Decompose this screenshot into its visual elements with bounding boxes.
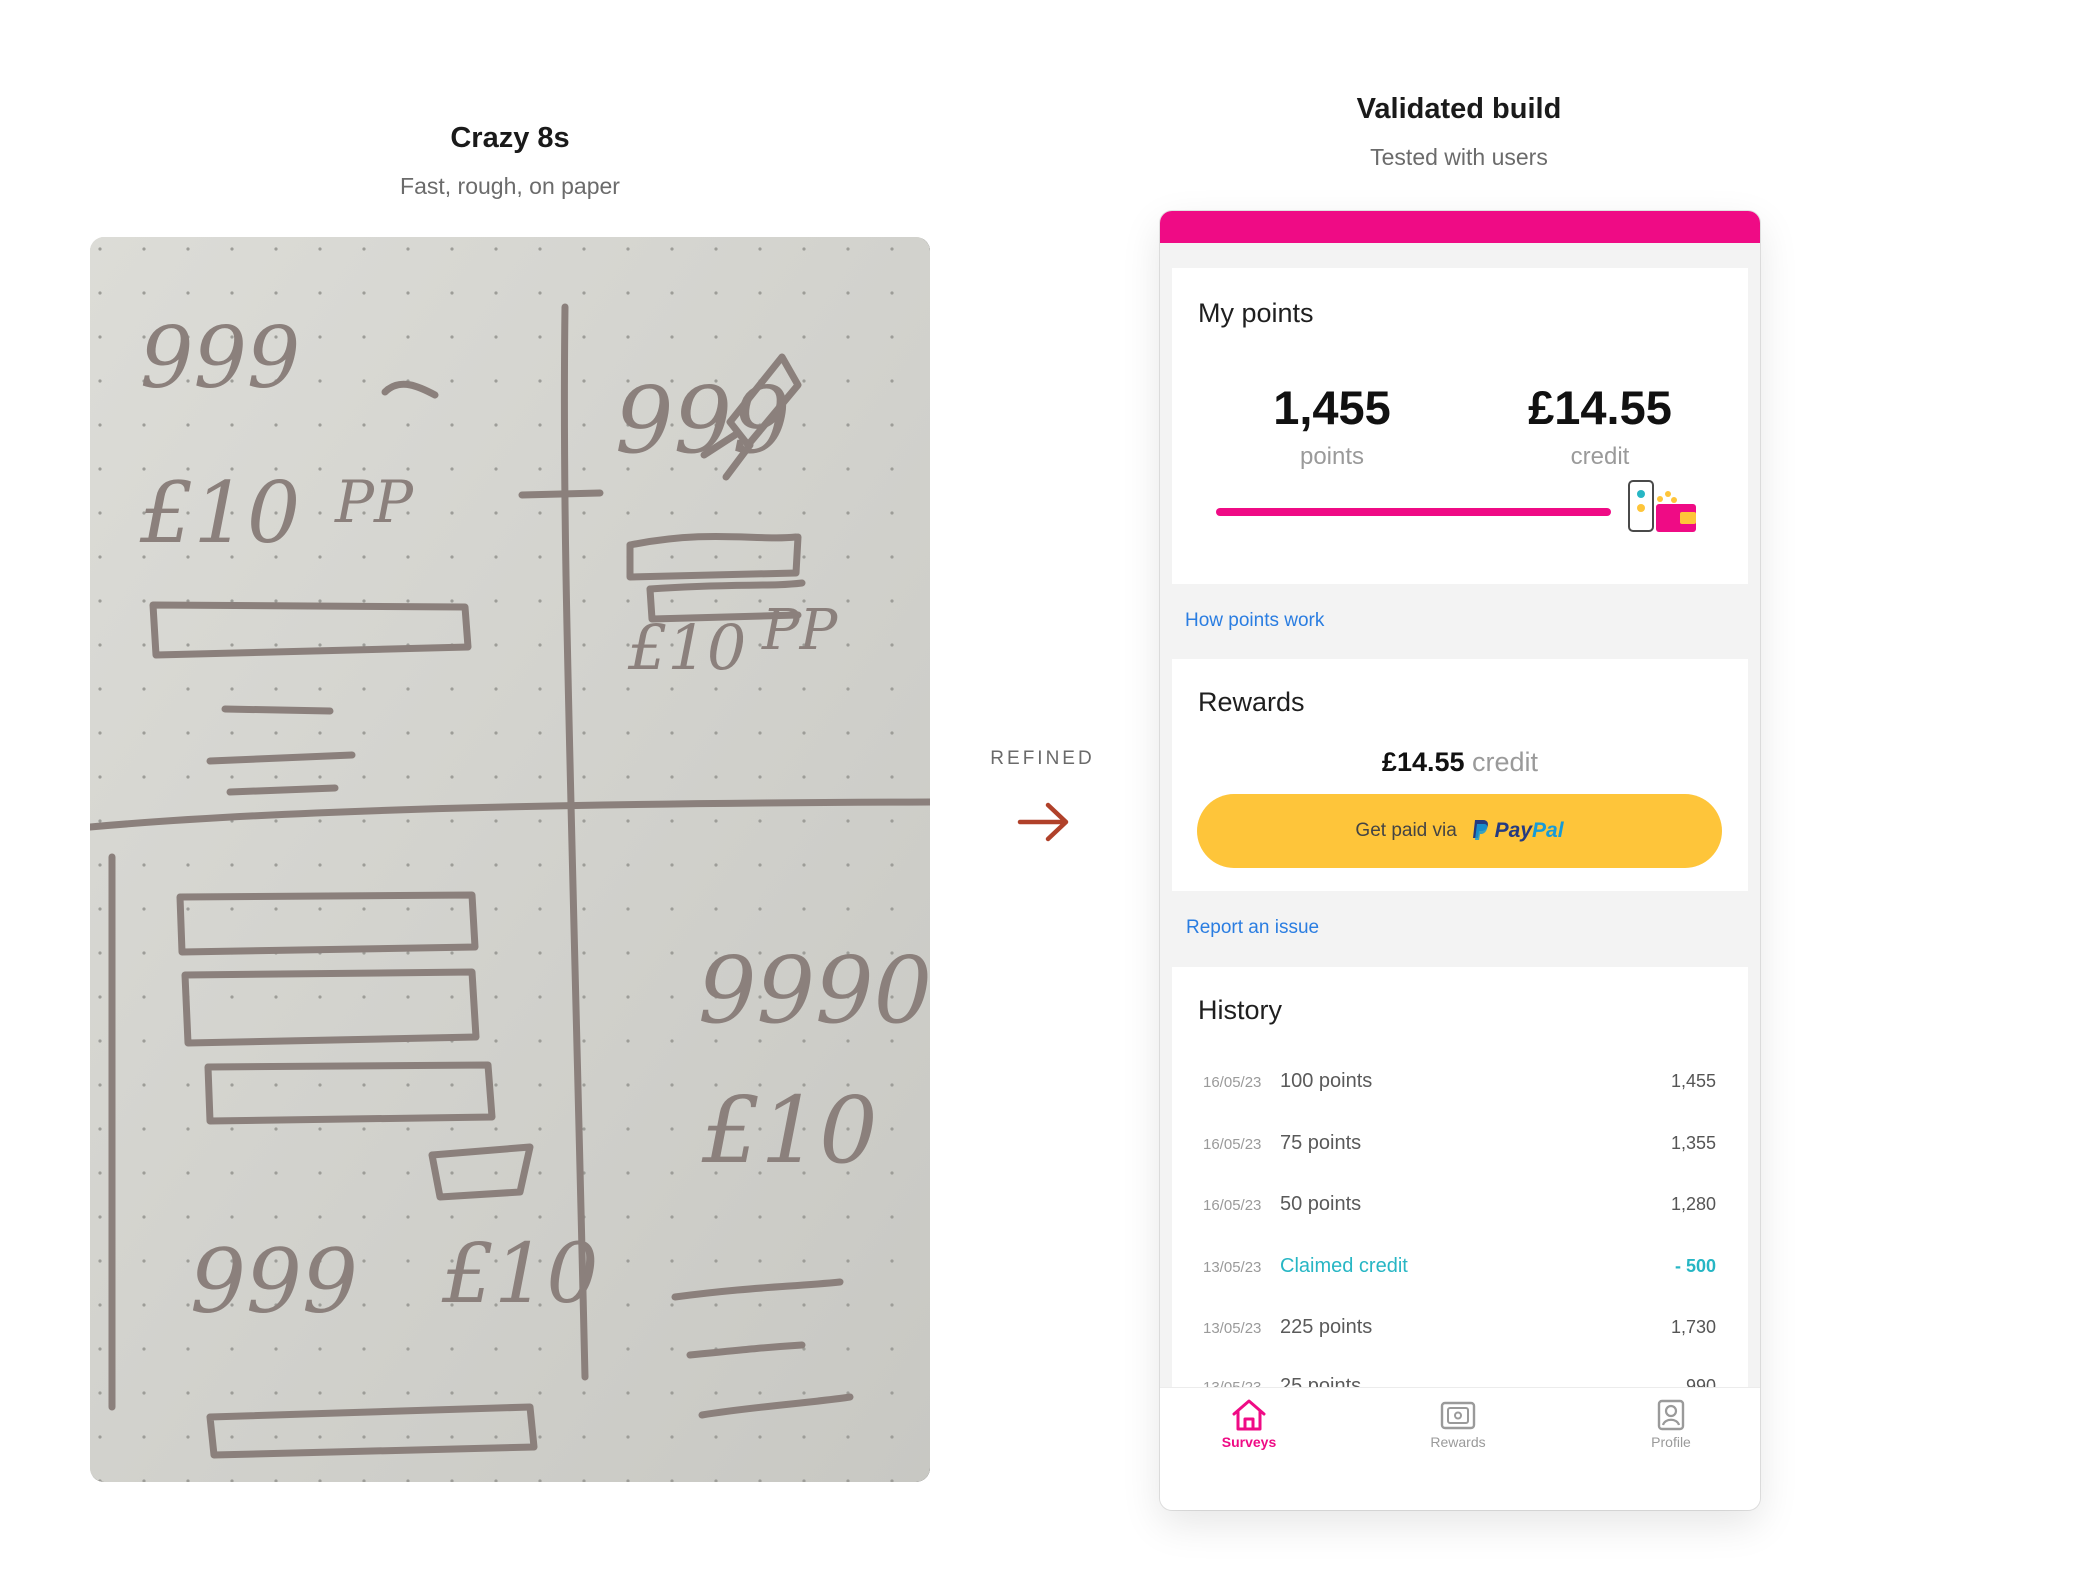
report-issue-link[interactable]: Report an issue	[1186, 917, 1319, 939]
history-amount: - 500	[1674, 1256, 1716, 1276]
phone-wallet-icon	[1628, 480, 1696, 532]
build-subtitle: Tested with users	[1370, 144, 1548, 170]
history-row[interactable]: 16/05/23 75 points 1,355	[1172, 1129, 1748, 1163]
my-points-card: My points 1,455 points £14.55 credit	[1172, 268, 1748, 584]
sketch-note-10-b: £10	[627, 611, 746, 684]
rewards-credit-unit: credit	[1472, 747, 1539, 777]
history-date: 16/05/23	[1203, 1197, 1262, 1214]
sketch-note-999-a: 999	[140, 309, 300, 407]
sketch-subtitle: Fast, rough, on paper	[400, 173, 620, 199]
user-icon	[1657, 1399, 1685, 1431]
refined-label: REFINED	[990, 748, 1095, 769]
build-title: Validated build	[1356, 93, 1562, 125]
history-description: 100 points	[1280, 1070, 1373, 1092]
nav-profile[interactable]: Profile	[1611, 1398, 1731, 1450]
bottom-nav: Surveys Rewards Profile	[1160, 1387, 1760, 1510]
history-description: 25 points	[1280, 1375, 1362, 1387]
points-stat: 1,455 points	[1232, 380, 1432, 471]
how-points-work-link[interactable]: How points work	[1185, 610, 1324, 632]
paypal-pay-text: Pay	[1494, 819, 1533, 842]
rewards-title: Rewards	[1198, 687, 1305, 717]
credit-unit: credit	[1570, 443, 1630, 470]
rewards-card: Rewards £14.55 credit Get paid via PayPa…	[1172, 659, 1748, 891]
history-date: 13/05/23	[1203, 1379, 1261, 1387]
history-row-claimed[interactable]: 13/05/23 Claimed credit - 500	[1172, 1252, 1748, 1286]
wallet-icon	[1440, 1401, 1476, 1430]
history-row[interactable]: 16/05/23 100 points 1,455	[1172, 1067, 1748, 1101]
history-row[interactable]: 16/05/23 50 points 1,280	[1172, 1190, 1748, 1224]
sketch-note-9990: 9990	[698, 937, 930, 1044]
sketch-note-10-d: £10	[441, 1227, 599, 1322]
sketch-note-10-a: £10	[139, 464, 300, 562]
paypal-pal-text: Pal	[1532, 819, 1564, 842]
history-description: 75 points	[1280, 1132, 1362, 1154]
paypal-p-icon	[1472, 820, 1488, 840]
history-amount: 1,280	[1670, 1194, 1716, 1214]
nav-surveys-label: Surveys	[1221, 1434, 1277, 1450]
history-date: 13/05/23	[1203, 1320, 1262, 1337]
history-row[interactable]: 13/05/23 25 points 990	[1172, 1372, 1748, 1387]
phone-screen: My points 1,455 points £14.55 credit How…	[1160, 211, 1760, 1510]
points-progress-bar	[1216, 508, 1611, 516]
history-amount: 1,355	[1670, 1133, 1716, 1153]
history-amount: 1,730	[1670, 1317, 1716, 1337]
history-date: 16/05/23	[1203, 1136, 1262, 1153]
history-title: History	[1198, 995, 1283, 1025]
sketch-note-pp-b: PP	[761, 598, 839, 663]
sketch-drawing: 999 £10 PP 999 £10 PP 9990 £10 999 £10	[90, 237, 930, 1482]
history-card: History 16/05/23 100 points 1,455 16/05/…	[1172, 967, 1748, 1387]
my-points-title: My points	[1198, 298, 1314, 328]
history-row[interactable]: 13/05/23 225 points 1,730	[1172, 1313, 1748, 1347]
sketch-photo: 999 £10 PP 999 £10 PP 9990 £10 999 £10	[90, 237, 930, 1482]
history-amount: 1,455	[1670, 1071, 1716, 1091]
nav-surveys[interactable]: Surveys	[1189, 1398, 1309, 1450]
points-value: 1,455	[1273, 381, 1391, 434]
credit-value: £14.55	[1528, 381, 1672, 434]
history-date: 13/05/23	[1203, 1259, 1262, 1276]
get-paid-paypal-button[interactable]: Get paid via PayPal	[1197, 794, 1722, 868]
history-amount: 990	[1685, 1376, 1716, 1387]
history-description: 225 points	[1280, 1316, 1373, 1338]
nav-profile-label: Profile	[1651, 1434, 1691, 1450]
history-date: 16/05/23	[1203, 1074, 1262, 1091]
sketch-note-10-c: £10	[701, 1077, 878, 1184]
sketch-title: Crazy 8s	[450, 122, 570, 154]
paypal-button-label: Get paid via	[1355, 820, 1457, 841]
nav-rewards[interactable]: Rewards	[1398, 1398, 1518, 1450]
points-unit: points	[1299, 443, 1365, 470]
build-header: Validated build Tested with users	[1259, 93, 1659, 171]
sketch-note-999-b: 999	[615, 367, 791, 474]
sketch-header: Crazy 8s Fast, rough, on paper	[350, 122, 670, 200]
nav-rewards-label: Rewards	[1430, 1434, 1486, 1450]
credit-stat: £14.55 credit	[1490, 380, 1710, 471]
sketch-note-999-c: 999	[190, 1230, 358, 1333]
arrow-right-icon	[1017, 802, 1069, 842]
history-description: Claimed credit	[1280, 1255, 1408, 1277]
rewards-credit: £14.55 credit	[1172, 747, 1748, 778]
app-top-bar	[1160, 211, 1760, 243]
sketch-note-pp-a: PP	[334, 468, 414, 536]
rewards-credit-amount: £14.55	[1381, 747, 1465, 777]
paypal-logo: PayPal	[1471, 819, 1564, 843]
history-description: 50 points	[1280, 1193, 1362, 1215]
home-icon	[1232, 1399, 1266, 1431]
